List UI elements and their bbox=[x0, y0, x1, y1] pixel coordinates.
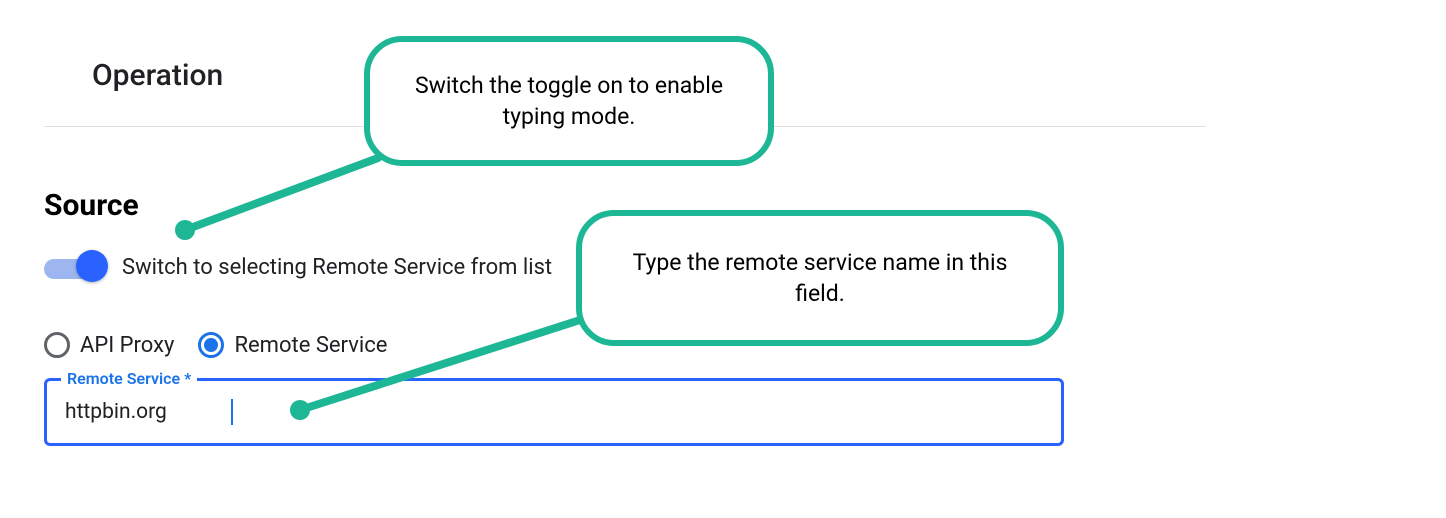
source-heading: Source bbox=[44, 188, 139, 223]
radio-api-proxy-label: API Proxy bbox=[80, 333, 174, 358]
callout-text: Type the remote service name in this fie… bbox=[612, 247, 1028, 309]
callout-toggle-hint: Switch the toggle on to enable typing mo… bbox=[364, 36, 774, 166]
radio-circle-icon bbox=[44, 332, 70, 358]
remote-service-input[interactable] bbox=[47, 381, 1061, 443]
radio-remote-service-label: Remote Service bbox=[234, 333, 387, 358]
radio-remote-service[interactable]: Remote Service bbox=[198, 332, 387, 358]
source-radio-group: API Proxy Remote Service bbox=[44, 332, 387, 358]
text-caret-icon bbox=[231, 399, 233, 425]
typing-mode-toggle[interactable] bbox=[44, 252, 102, 282]
radio-circle-icon bbox=[198, 332, 224, 358]
operation-heading: Operation bbox=[92, 58, 223, 93]
typing-mode-toggle-label: Switch to selecting Remote Service from … bbox=[122, 255, 552, 280]
radio-api-proxy[interactable]: API Proxy bbox=[44, 332, 174, 358]
callout-field-hint: Type the remote service name in this fie… bbox=[576, 210, 1064, 346]
remote-service-field[interactable]: Remote Service * bbox=[44, 378, 1064, 446]
callout-text: Switch the toggle on to enable typing mo… bbox=[400, 70, 738, 132]
toggle-thumb bbox=[76, 250, 108, 282]
